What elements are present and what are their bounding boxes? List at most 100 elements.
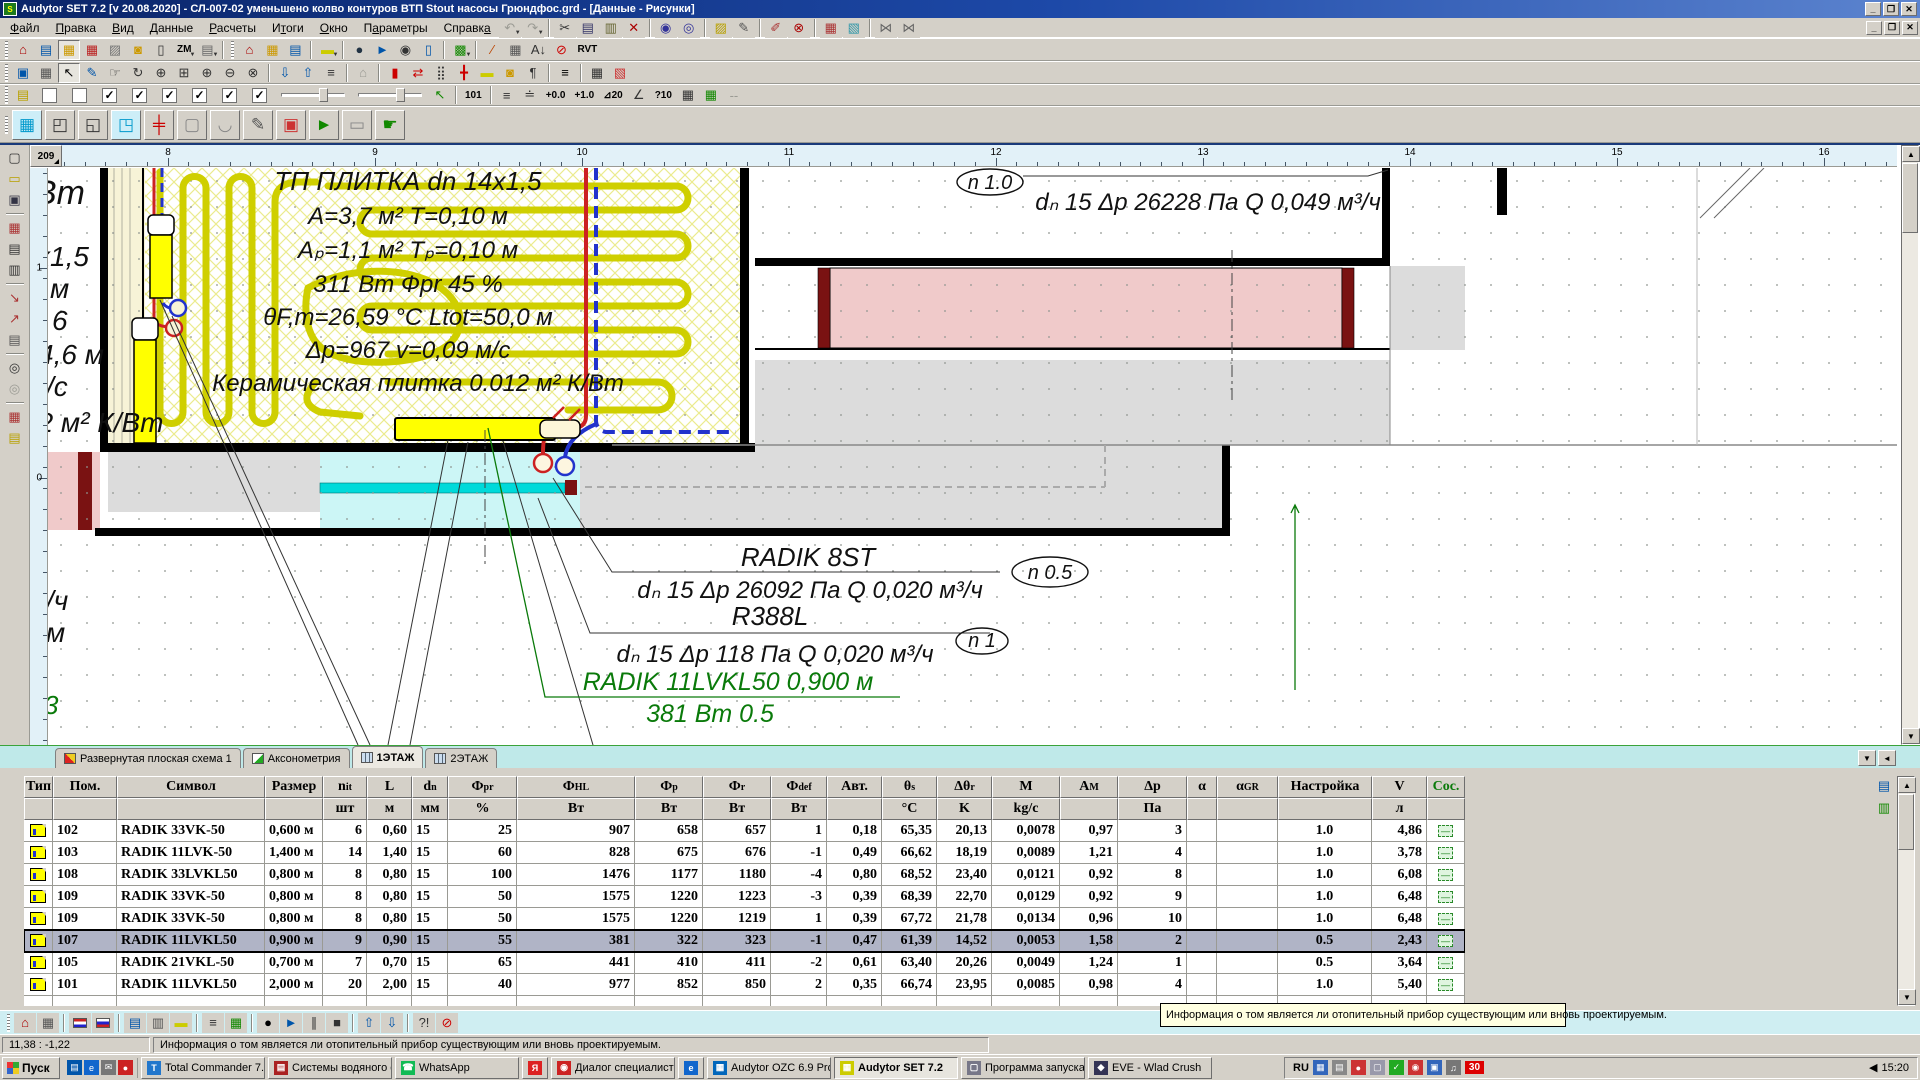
workspace-blue-button[interactable]: ▦ [12,110,42,140]
cell[interactable] [1187,952,1217,974]
cell[interactable]: 850 [703,974,771,996]
cell[interactable]: 40 [448,974,517,996]
tab-2этаж[interactable]: 2ЭТАЖ [425,748,497,768]
cell[interactable]: 2,00 [367,974,412,996]
menu-файл[interactable]: Файл [2,19,48,37]
table-row[interactable]: 103RADIK 11LVK-501,400 м141,401560828675… [24,842,1465,864]
valve-supply-icon[interactable]: ⋈ [875,18,897,38]
boxed-scheme-button[interactable]: ▣ [276,110,306,140]
align-lines-icon[interactable]: ≡ [496,85,518,105]
lines-icon[interactable]: ≡ [202,1013,224,1033]
plan-blue-button[interactable]: ◳ [111,110,141,140]
cell[interactable]: 1476 [517,864,635,886]
tee-icon[interactable]: ╋ [453,63,475,83]
pipe-layer-icon[interactable]: ▬▼ [316,40,338,60]
scroll-thumb[interactable] [1902,163,1918,233]
cell[interactable]: 9 [1118,886,1187,908]
cell[interactable]: 0,800 м [265,886,323,908]
cell[interactable]: 9 [323,930,367,952]
cell[interactable]: 6,08 [1372,864,1427,886]
cell[interactable] [24,864,53,886]
radiator-icon[interactable]: ▮ [384,63,406,83]
cell[interactable]: 3,78 [1372,842,1427,864]
cell[interactable]: 15 [412,842,448,864]
cell[interactable] [1217,908,1278,930]
table-row[interactable]: 109RADIK 33VK-500,800 м80,80155015751220… [24,886,1465,908]
cell[interactable]: 1177 [635,864,703,886]
tray-shield-icon[interactable]: ✓ [1389,1060,1404,1075]
cell[interactable]: 0,96 [1060,908,1118,930]
detail-slider[interactable] [358,87,422,103]
cell[interactable]: 101 [53,974,117,996]
cell[interactable]: 10 [1118,908,1187,930]
pointer-icon[interactable]: ↖ [58,63,80,83]
cell[interactable] [1217,820,1278,842]
cell[interactable] [882,996,937,1006]
flask-icon[interactable]: ⊗ [788,18,810,38]
cell[interactable]: 3,64 [1372,952,1427,974]
task-eve[interactable]: ◆EVE - Wlad Crush [1088,1057,1212,1079]
menu-правка[interactable]: Правка [48,19,105,37]
cell[interactable] [827,996,882,1006]
cell[interactable]: 2,43 [1372,930,1427,952]
floor-down-icon[interactable]: ⇩ [274,63,296,83]
cell[interactable]: -4 [771,864,827,886]
export-icon[interactable]: ↘ [3,288,27,308]
plan-pipes-icon[interactable]: ▧ [609,63,631,83]
pointer-green-icon[interactable]: ↖ [429,85,451,105]
paste-icon[interactable]: ▥ [600,18,622,38]
delete-icon[interactable]: ✕ [623,18,645,38]
column-header-αgr[interactable]: αGR [1217,776,1278,798]
cell[interactable]: 1223 [703,886,771,908]
start-button[interactable]: Пуск [2,1057,60,1079]
cell[interactable]: 0,18 [827,820,882,842]
cell[interactable]: 60 [448,842,517,864]
pipe-scheme-button[interactable]: ╪ [144,110,174,140]
cell[interactable]: 6 [323,820,367,842]
print-icon[interactable]: ▥ [3,260,27,280]
cell[interactable]: 0.5 [1278,930,1372,952]
table-scroll-thumb[interactable] [1898,794,1914,850]
cell[interactable]: 0,61 [827,952,882,974]
table-row[interactable]: 102RADIK 33VK-500,600 м60,60152590765865… [24,820,1465,842]
language-indicator[interactable]: RU [1293,1062,1309,1074]
task-audytor-set[interactable]: ▦Audytor SET 7.2 [834,1057,958,1079]
radiator-table[interactable]: ТипПом.СимволРазмерnitLdnФprФHLФpФrФdefА… [24,776,1465,1006]
table-row[interactable]: 105RADIK 21VKL-500,700 м70,7015654414104… [24,952,1465,974]
tray-app-3-icon[interactable]: ● [1351,1060,1366,1075]
cell[interactable]: 0,35 [827,974,882,996]
cut-icon[interactable]: ✂ [554,18,576,38]
column-header-l[interactable]: L [367,776,412,798]
materials-icon[interactable]: ▦ [81,40,103,60]
cell[interactable]: 1575 [517,886,635,908]
select-prev-icon[interactable]: ◉ [655,18,677,38]
cell[interactable]: 1,40 [367,842,412,864]
cell[interactable]: 67,72 [882,908,937,930]
cell[interactable]: 907 [517,820,635,842]
layer-toggle-3[interactable]: ✓ [102,88,117,103]
column-header-nit[interactable]: nit [323,776,367,798]
select-next-icon[interactable]: ◎ [678,18,700,38]
layer-toggle-5[interactable]: ✓ [162,88,177,103]
table-row[interactable]: 108RADIK 33LVKL500,800 м80,8015100147611… [24,864,1465,886]
new-window-icon[interactable]: ▣ [12,63,34,83]
cell[interactable]: 20 [323,974,367,996]
layers-icon[interactable]: ▤▼ [196,40,218,60]
cell[interactable] [1060,996,1118,1006]
existing-status-icon[interactable]: — [1438,825,1453,837]
minimize-button[interactable]: _ [1865,2,1881,16]
slider-box-button[interactable]: ▭ [342,110,372,140]
task-yandex[interactable]: Я [522,1057,548,1079]
cell[interactable]: 0,80 [367,908,412,930]
cell[interactable]: 0,0134 [992,908,1060,930]
cell[interactable] [265,996,323,1006]
menu-вид[interactable]: Вид [104,19,142,37]
layer-toggle-2[interactable] [72,88,87,103]
cell[interactable]: 0,97 [1060,820,1118,842]
menu-итоги[interactable]: Итоги [264,19,312,37]
cell[interactable] [1187,820,1217,842]
thermostat-icon[interactable]: ● [348,40,370,60]
ruler-scale-box[interactable]: 209 [30,145,62,167]
q10-button[interactable]: ?10 [651,85,676,105]
cell[interactable] [24,886,53,908]
